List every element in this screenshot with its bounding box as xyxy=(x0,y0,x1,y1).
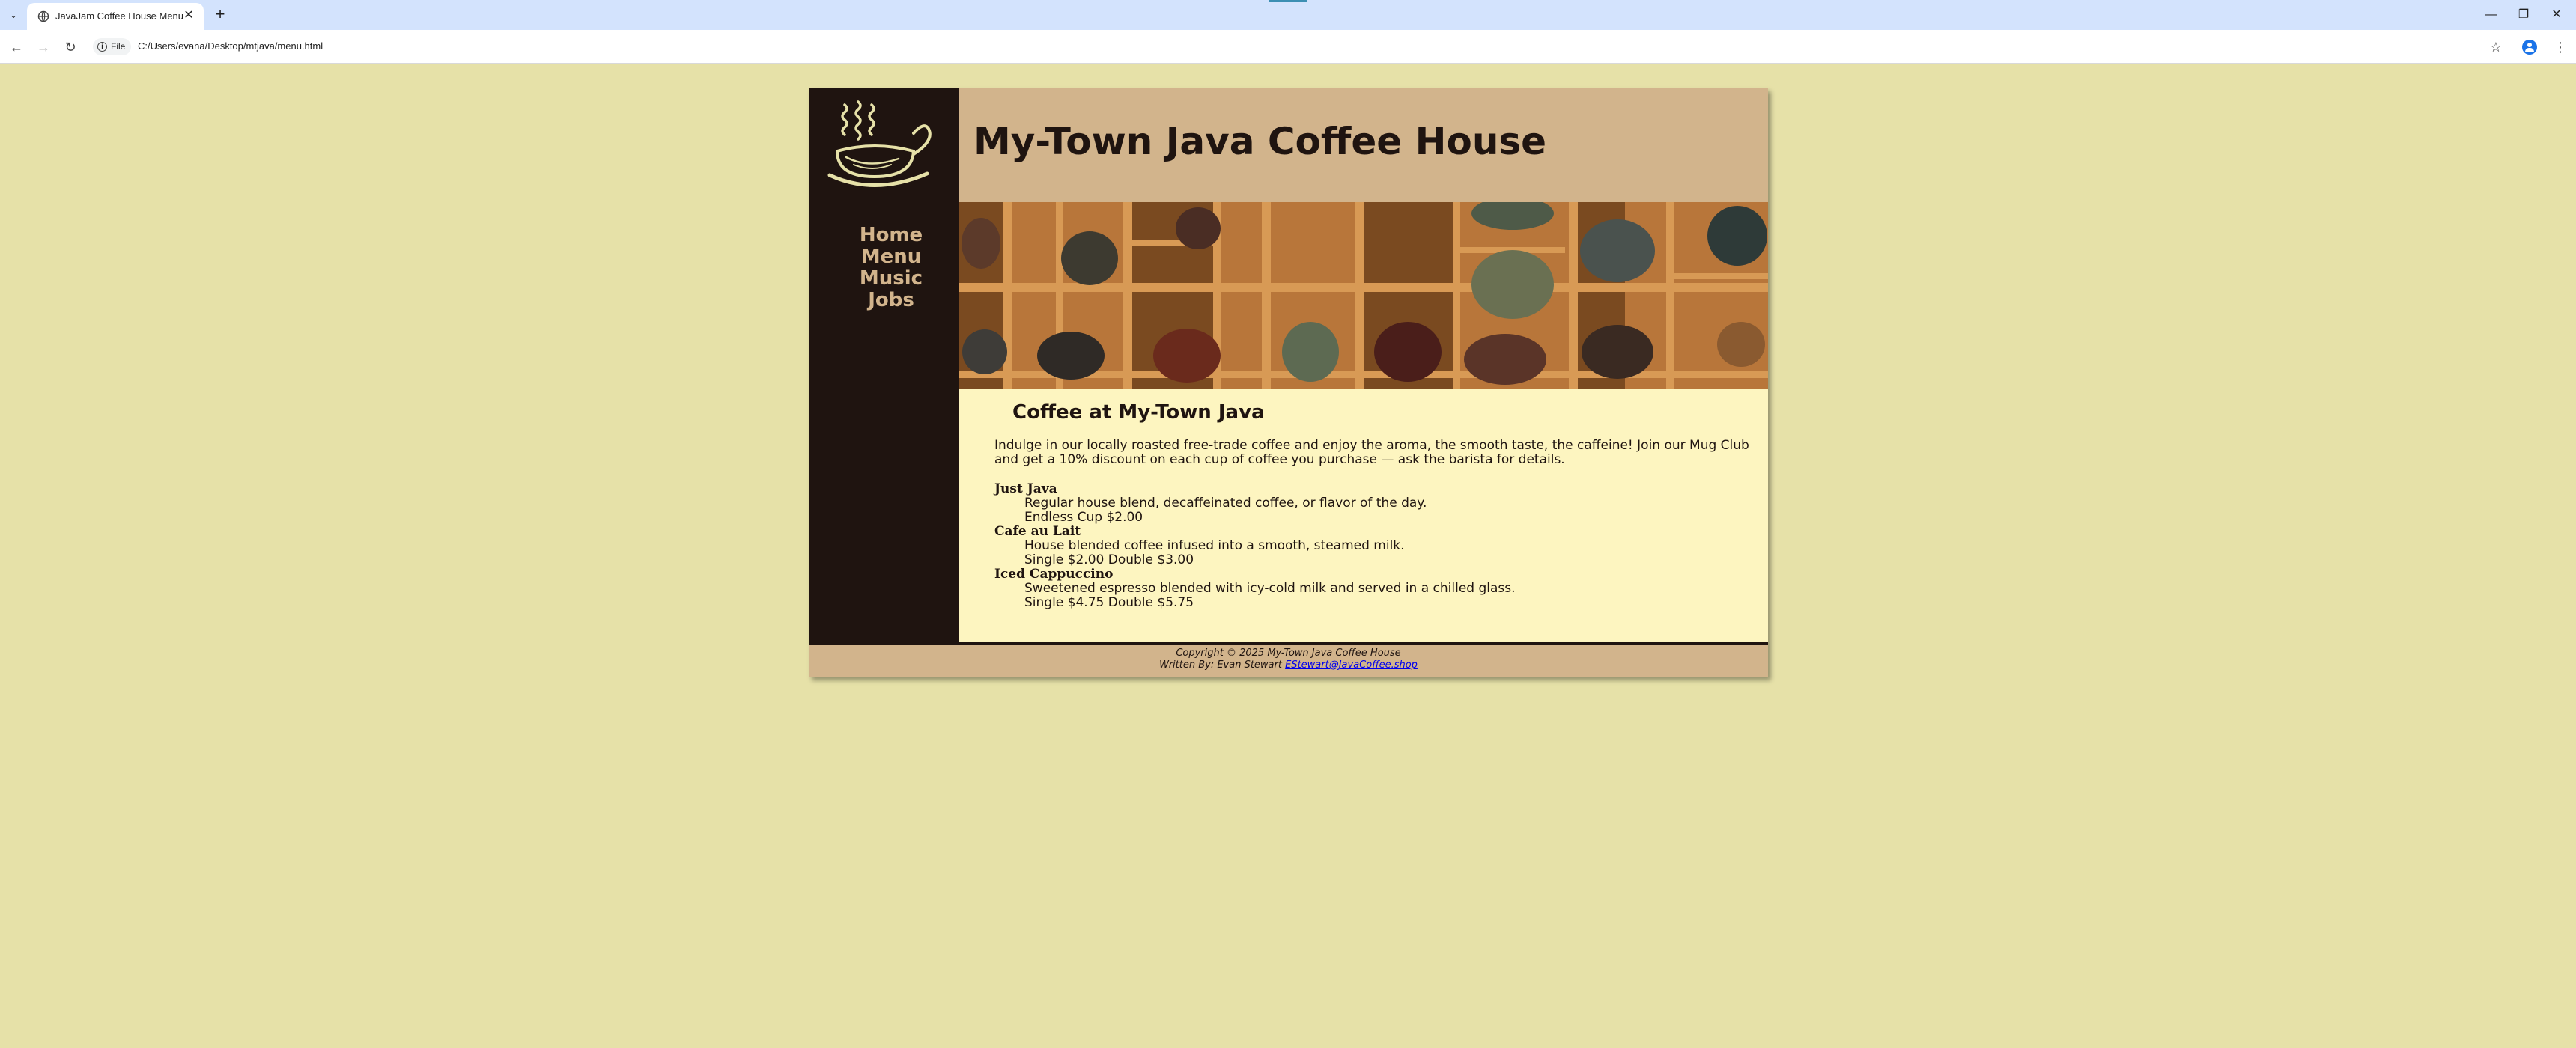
profile-icon[interactable] xyxy=(2522,40,2537,55)
nav-link-home[interactable]: Home xyxy=(809,225,929,246)
hero-mugs-image xyxy=(959,202,1768,389)
restore-icon[interactable]: ❐ xyxy=(2509,4,2539,25)
minimize-icon[interactable]: — xyxy=(2476,4,2506,25)
menu-list: Just Java Regular house blend, decaffein… xyxy=(994,482,1743,610)
site-info-chip[interactable]: i File xyxy=(93,38,132,55)
page-favicon-icon xyxy=(37,10,49,22)
footer-email-link[interactable]: EStewart@JavaCoffee.shop xyxy=(1285,659,1418,671)
section-heading: Coffee at My-Town Java xyxy=(1012,401,1265,424)
menu-item-description: Regular house blend, decaffeinated coffe… xyxy=(1024,496,1427,511)
menu-item-description: House blended coffee infused into a smoo… xyxy=(1024,538,1405,553)
page-wrapper: Home Menu Music Jobs My-Town Java Coffee… xyxy=(809,88,1768,677)
nav-link-jobs[interactable]: Jobs xyxy=(809,290,929,311)
menu-item-name: Cafe au Lait xyxy=(994,524,1081,539)
menu-item-price: Single $2.00 Double $3.00 xyxy=(1024,552,1194,567)
window-accent-strip xyxy=(1269,0,1307,2)
back-icon[interactable]: ← xyxy=(6,37,27,58)
footer-written-by: Written By: Evan Stewart xyxy=(1159,659,1282,671)
main-content: Coffee at My-Town Java Indulge in our lo… xyxy=(959,389,1768,642)
tab-active[interactable]: JavaJam Coffee House Menu ✕ xyxy=(27,3,204,30)
page-footer: Copyright © 2025 My-Town Java Coffee Hou… xyxy=(809,645,1768,677)
site-title: My-Town Java Coffee House xyxy=(973,120,1547,163)
tab-title: JavaJam Coffee House Menu xyxy=(55,10,184,22)
nav-link-menu[interactable]: Menu xyxy=(809,246,929,268)
menu-item-name: Just Java xyxy=(994,481,1057,496)
info-icon: i xyxy=(97,42,107,52)
coffee-cup-logo xyxy=(827,100,932,187)
address-bar[interactable]: i File C:/Users/evana/Desktop/mtjava/men… xyxy=(88,34,2485,59)
nav-link-music[interactable]: Music xyxy=(809,268,929,290)
tab-strip: ⌄ JavaJam Coffee House Menu ✕ + — ❐ ✕ xyxy=(0,0,2576,30)
intro-paragraph: Indulge in our locally roasted free-trad… xyxy=(994,438,1749,467)
menu-item-description: Sweetened espresso blended with icy-cold… xyxy=(1024,581,1516,596)
footer-credit: Written By: Evan Stewart EStewart@JavaCo… xyxy=(809,659,1768,671)
menu-item-price: Single $4.75 Double $5.75 xyxy=(1024,595,1194,610)
bookmark-star-icon[interactable]: ☆ xyxy=(2485,36,2507,58)
close-window-icon[interactable]: ✕ xyxy=(2542,4,2572,25)
tab-search-icon[interactable]: ⌄ xyxy=(4,6,22,24)
menu-item-price: Endless Cup $2.00 xyxy=(1024,510,1143,525)
main-nav: Home Menu Music Jobs xyxy=(809,225,959,311)
new-tab-icon[interactable]: + xyxy=(210,4,231,25)
footer-copyright: Copyright © 2025 My-Town Java Coffee Hou… xyxy=(1176,648,1401,659)
reload-icon[interactable]: ↻ xyxy=(60,37,81,58)
close-icon[interactable]: ✕ xyxy=(181,8,196,23)
url-text[interactable]: C:/Users/evana/Desktop/mtjava/menu.html xyxy=(138,40,323,52)
site-header: My-Town Java Coffee House xyxy=(959,88,1768,202)
menu-item-name: Iced Cappuccino xyxy=(994,567,1114,582)
more-menu-icon[interactable]: ⋮ xyxy=(2549,36,2572,58)
site-chip-label: File xyxy=(111,41,126,52)
forward-icon[interactable]: → xyxy=(33,37,54,58)
browser-toolbar: ← → ↻ i File C:/Users/evana/Desktop/mtja… xyxy=(0,30,2576,64)
